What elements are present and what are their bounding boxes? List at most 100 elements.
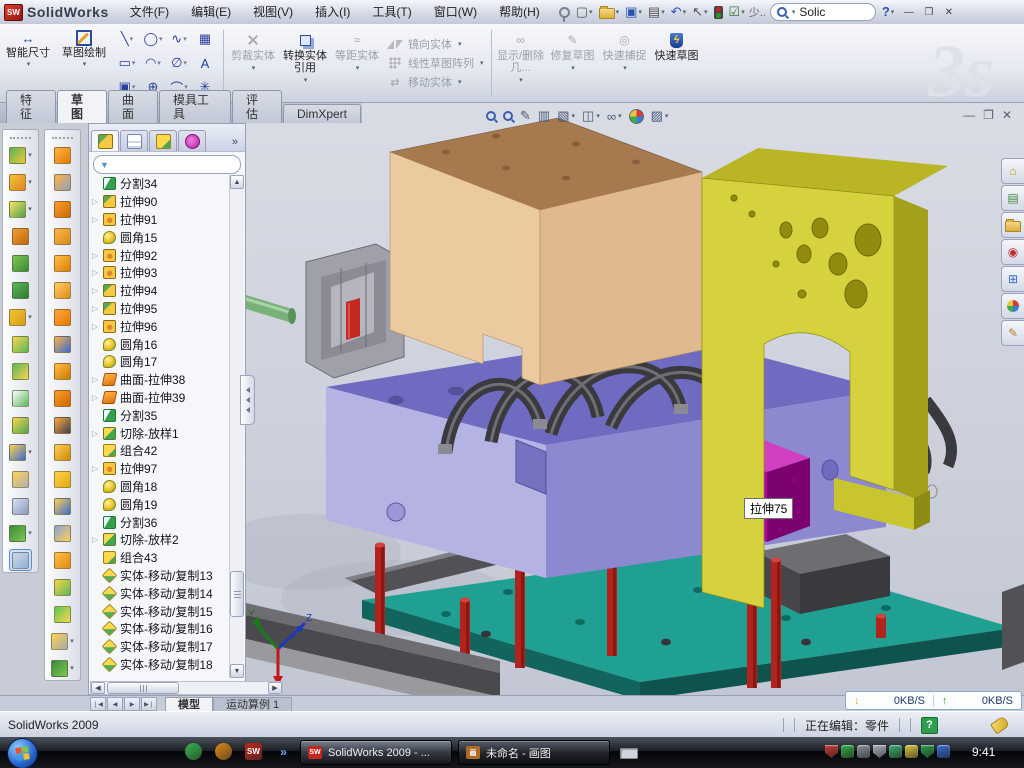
trim-surface-button[interactable]	[54, 552, 71, 568]
part-top-plate[interactable]	[390, 118, 702, 385]
help-button[interactable]: ? ▾	[880, 2, 896, 22]
tree-item[interactable]: ▷曲面-拉伸38	[91, 371, 229, 389]
tree-item[interactable]: 实体-移动/复制16	[91, 620, 229, 638]
剪裁实体-button[interactable]: 剪裁实体▾	[227, 26, 279, 100]
tree-item[interactable]: 圆角16	[91, 335, 229, 353]
view-orientation-button[interactable]: ◫▾	[582, 108, 600, 124]
taskbar-clock[interactable]: 9:41	[972, 745, 995, 759]
extend-surface-button[interactable]	[54, 336, 71, 352]
menu-item[interactable]: 帮助(H)	[488, 1, 551, 24]
expand-arrow-icon[interactable]: ▷	[91, 322, 99, 331]
zoom-area-button[interactable]	[503, 111, 513, 121]
freeform-button[interactable]: ▾	[51, 633, 74, 649]
tree-item[interactable]: ▷拉伸97	[91, 460, 229, 478]
combine-button[interactable]	[12, 417, 29, 433]
appearances-pane-button[interactable]	[1001, 293, 1024, 319]
taskbar-window-button[interactable]: 画未命名 - 画图	[458, 740, 610, 765]
measure-button[interactable]	[10, 550, 31, 570]
save-button[interactable]: ▣▾	[623, 2, 644, 22]
sketch-entity-button[interactable]: ◯▾	[140, 27, 166, 51]
section-view-button[interactable]: ▥	[538, 108, 550, 124]
taskbar-window-button[interactable]: SWSolidWorks 2009 - ...	[300, 740, 452, 765]
ruled-surface-button[interactable]	[54, 525, 71, 541]
tree-item[interactable]: ▷拉伸91	[91, 211, 229, 229]
search-box[interactable]: ▾ Solic	[770, 3, 876, 21]
tab-prev-icon[interactable]: ◀	[107, 697, 123, 711]
tray-icon[interactable]	[921, 745, 934, 758]
智能尺寸-button[interactable]: ↔智能尺寸▾	[0, 26, 56, 100]
移动实体-button[interactable]: ⇄移动实体▾	[387, 74, 484, 90]
doc-minimize-button[interactable]: —	[963, 108, 975, 122]
graphics-viewport[interactable]: φ	[246, 103, 1024, 695]
select-button[interactable]: ↖▾	[690, 2, 709, 22]
tree-item[interactable]: ▷拉伸94	[91, 282, 229, 300]
hide-show-items-button[interactable]: ∞▾	[607, 109, 622, 124]
rebuild-button[interactable]	[712, 2, 725, 22]
tab-DimXpert[interactable]: DimXpert	[283, 104, 361, 123]
scroll-left-icon[interactable]: ◀	[91, 682, 105, 694]
app-orange-button[interactable]	[215, 743, 232, 760]
tree-item[interactable]: 圆角19	[91, 495, 229, 513]
doc-tab-模型[interactable]: 模型	[165, 697, 213, 712]
tree-item[interactable]: ▷拉伸92	[91, 246, 229, 264]
sketch-entity-button[interactable]: A	[192, 51, 218, 75]
lofted-surface-button[interactable]	[54, 228, 71, 244]
expand-arrow-icon[interactable]: ▷	[91, 393, 99, 402]
offset-surface-button[interactable]	[54, 363, 71, 379]
appearances-button[interactable]	[629, 109, 644, 124]
tree-item[interactable]: 实体-移动/复制14	[91, 584, 229, 602]
tag-icon[interactable]	[990, 715, 1010, 734]
open-button[interactable]: ▾	[597, 2, 622, 22]
part-base-rail-far-right[interactable]	[1002, 584, 1024, 670]
转换实体引用-button[interactable]: 转换实体引用▾	[279, 26, 331, 100]
surface-sheet-button[interactable]	[54, 282, 71, 298]
part-ejector-pin[interactable]	[771, 558, 781, 689]
tree-item[interactable]: ▷拉伸95	[91, 300, 229, 318]
tree-item[interactable]: ▷拉伸93	[91, 264, 229, 282]
messenger-button[interactable]	[185, 743, 202, 760]
tab-曲面[interactable]: 曲面	[108, 90, 158, 123]
快速捕捉-button[interactable]: ◎快速捕捉▾	[599, 26, 651, 100]
print-button[interactable]: ▤▾	[646, 2, 667, 22]
tree-item[interactable]: 圆角18	[91, 478, 229, 496]
hscrollbar-thumb[interactable]	[107, 682, 179, 694]
sketch-entity-button[interactable]: ∅▾	[166, 51, 192, 75]
extrude-cut-button[interactable]: ▾	[9, 174, 32, 190]
tray-icon[interactable]	[825, 745, 838, 758]
tree-horizontal-scrollbar[interactable]: ◀ ▶	[90, 681, 283, 695]
new-document-button[interactable]: ▢▾	[574, 2, 595, 22]
tree-item[interactable]: ▷曲面-拉伸39	[91, 389, 229, 407]
修复草图-button[interactable]: ✎修复草图▾	[547, 26, 599, 100]
tree-item[interactable]: ▷切除-放样1	[91, 424, 229, 442]
split-button[interactable]	[12, 390, 29, 406]
scroll-right-icon[interactable]: ▶	[268, 682, 282, 694]
tray-icon[interactable]	[905, 745, 918, 758]
tree-item[interactable]: 实体-移动/复制17	[91, 638, 229, 656]
delete-face-button[interactable]	[12, 471, 29, 487]
revolved-cut-button[interactable]	[54, 174, 71, 190]
tree-item[interactable]: 圆角17	[91, 353, 229, 371]
expand-arrow-icon[interactable]: ▷	[91, 464, 99, 473]
tab-last-icon[interactable]: ▶❘	[141, 697, 157, 711]
expand-arrow-icon[interactable]: ▷	[91, 268, 99, 277]
panel-expand-icon[interactable]: »	[232, 136, 243, 151]
tab-草图[interactable]: 草图	[57, 90, 107, 123]
tree-item[interactable]: 组合42	[91, 442, 229, 460]
dome-button[interactable]	[54, 606, 71, 622]
expand-arrow-icon[interactable]: ▷	[91, 197, 99, 206]
sketch-entity-button[interactable]: ▦	[192, 27, 218, 51]
tree-item[interactable]: ▷拉伸96	[91, 317, 229, 335]
tree-filter-input[interactable]: ▼	[93, 155, 241, 174]
section-tool-button[interactable]: ✎	[520, 108, 531, 124]
tab-dimxpertmanager[interactable]	[178, 130, 206, 151]
close-button[interactable]: ✕	[940, 5, 957, 20]
线性草图阵列-button[interactable]: 线性草图阵列▾	[387, 55, 484, 71]
restore-button[interactable]: ❐	[920, 5, 937, 20]
显示/删除几...-button[interactable]: ∞显示/删除几...▾	[495, 26, 547, 100]
search-caret-icon[interactable]: ▾	[792, 8, 796, 16]
menu-item[interactable]: 窗口(W)	[423, 1, 488, 24]
menu-item[interactable]: 插入(I)	[304, 1, 361, 24]
part-ejector-pin[interactable]	[747, 594, 757, 689]
tab-propertymanager[interactable]	[120, 130, 148, 151]
tree-vertical-scrollbar[interactable]: ▲ ▼	[229, 175, 244, 678]
